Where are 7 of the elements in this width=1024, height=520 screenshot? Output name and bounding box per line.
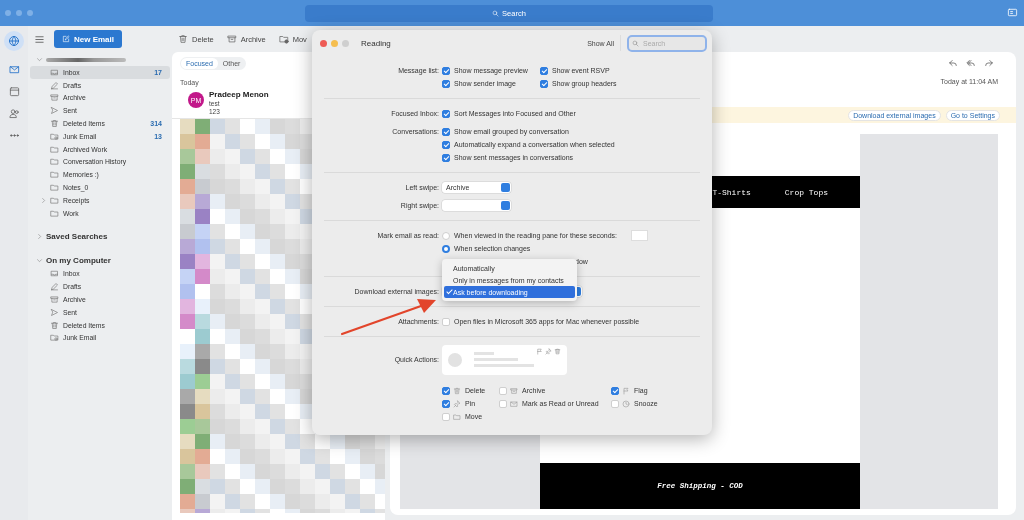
dialog-title: Reading (361, 38, 391, 48)
nav-link[interactable]: T-Shirts (712, 187, 751, 197)
section-header[interactable]: Saved Searches (46, 231, 108, 241)
section-header[interactable]: On my Computer (46, 255, 111, 265)
nav-link[interactable]: Crop Tops (784, 187, 828, 197)
sender-name: Pradeep Menon (209, 90, 269, 99)
new-email-button[interactable]: New Email (54, 30, 122, 48)
